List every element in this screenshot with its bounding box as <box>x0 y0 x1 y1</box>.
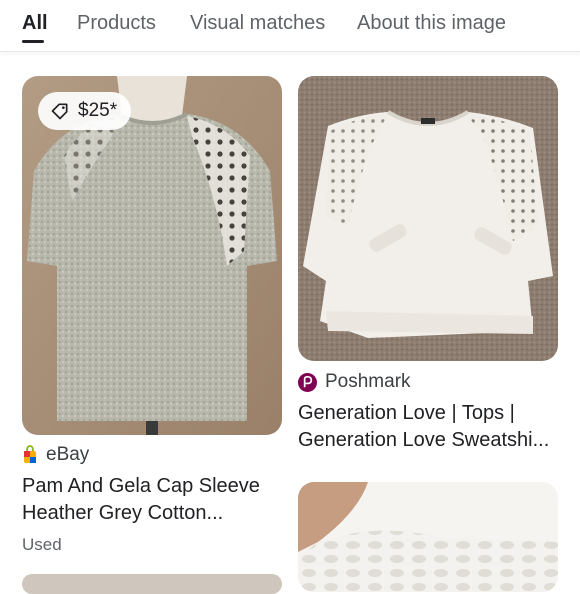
price-label: $25* <box>78 100 118 121</box>
condition-label: Used <box>22 535 62 554</box>
title-line: Heather Grey Cotton... <box>22 502 224 524</box>
source-name: Poshmark <box>325 371 411 392</box>
result-image-1[interactable]: $25* <box>22 76 282 435</box>
title-line: Generation Love Sweatshi... <box>298 429 550 451</box>
result-image-4[interactable] <box>298 482 558 592</box>
tab-about-this-image[interactable]: About this image <box>357 12 506 35</box>
result-source-2: Poshmark <box>298 371 411 393</box>
tab-visual-matches[interactable]: Visual matches <box>190 12 325 35</box>
white-sweatshirt-photo <box>298 76 558 361</box>
title-line: Generation Love | Tops | <box>298 402 515 424</box>
price-tag-icon <box>51 103 68 120</box>
result-image-2[interactable] <box>298 76 558 361</box>
result-title-2[interactable]: Generation Love | Tops | Generation Love… <box>298 400 568 454</box>
tab-products[interactable]: Products <box>77 12 156 35</box>
price-chip: $25* <box>38 92 132 130</box>
result-image-3[interactable] <box>22 574 282 594</box>
poshmark-logo-icon <box>298 372 317 392</box>
ebay-logo-icon <box>24 445 36 463</box>
result-source-1: eBay <box>22 444 89 466</box>
tab-all[interactable]: All <box>22 12 48 35</box>
title-line: Pam And Gela Cap Sleeve <box>22 475 260 497</box>
active-tab-indicator <box>22 40 44 43</box>
result-tabs: All Products Visual matches About this i… <box>0 0 580 52</box>
source-name: eBay <box>46 444 90 465</box>
result-title-1[interactable]: Pam And Gela Cap Sleeve Heather Grey Cot… <box>22 473 282 527</box>
eyelet-top-closeup-photo <box>298 482 558 592</box>
